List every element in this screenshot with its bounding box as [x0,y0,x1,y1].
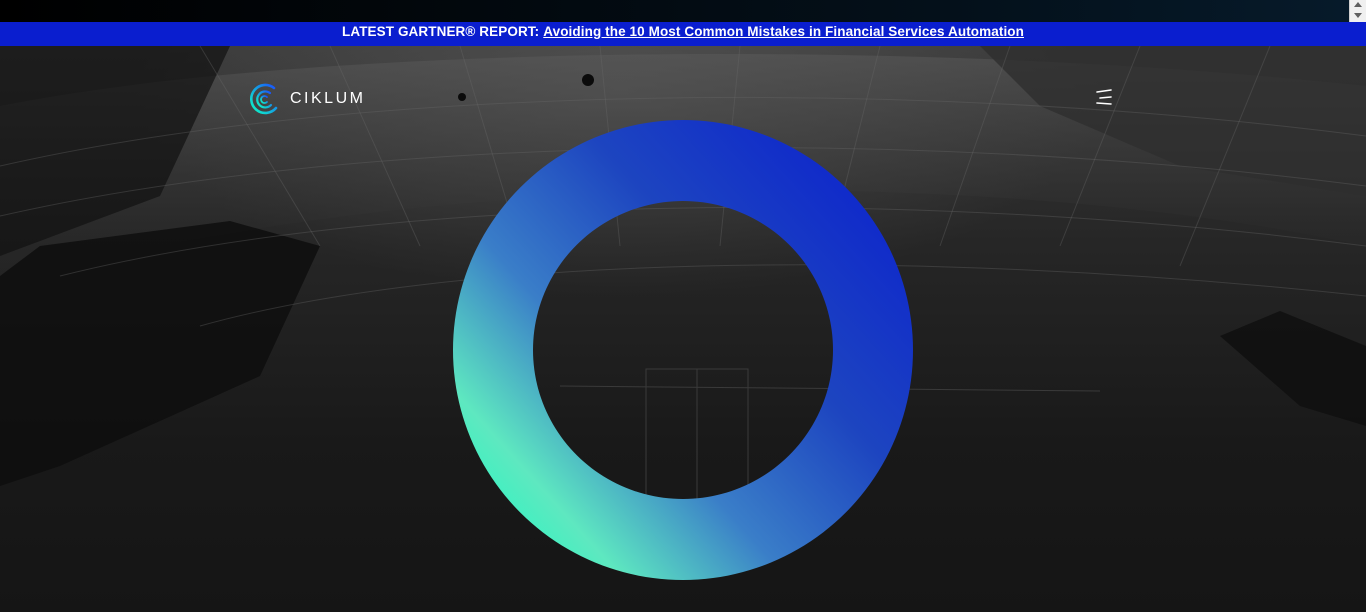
scroll-up-icon[interactable] [1354,2,1362,7]
page: LATEST GARTNER® REPORT: Avoiding the 10 … [0,0,1366,612]
scrollbar[interactable] [1349,0,1366,22]
scroll-down-icon[interactable] [1354,13,1362,18]
gradient-ring-graphic [452,120,913,580]
ciklum-logo-icon [250,83,278,115]
menu-icon[interactable] [1094,88,1114,106]
banner-prefix: LATEST GARTNER® REPORT: [342,23,540,39]
logo-wordmark: CIKLUM [290,90,366,107]
banner-report-link[interactable]: Avoiding the 10 Most Common Mistakes in … [543,24,1024,39]
browser-top-strip [0,0,1350,22]
ciklum-logo[interactable]: CIKLUM [248,82,365,116]
